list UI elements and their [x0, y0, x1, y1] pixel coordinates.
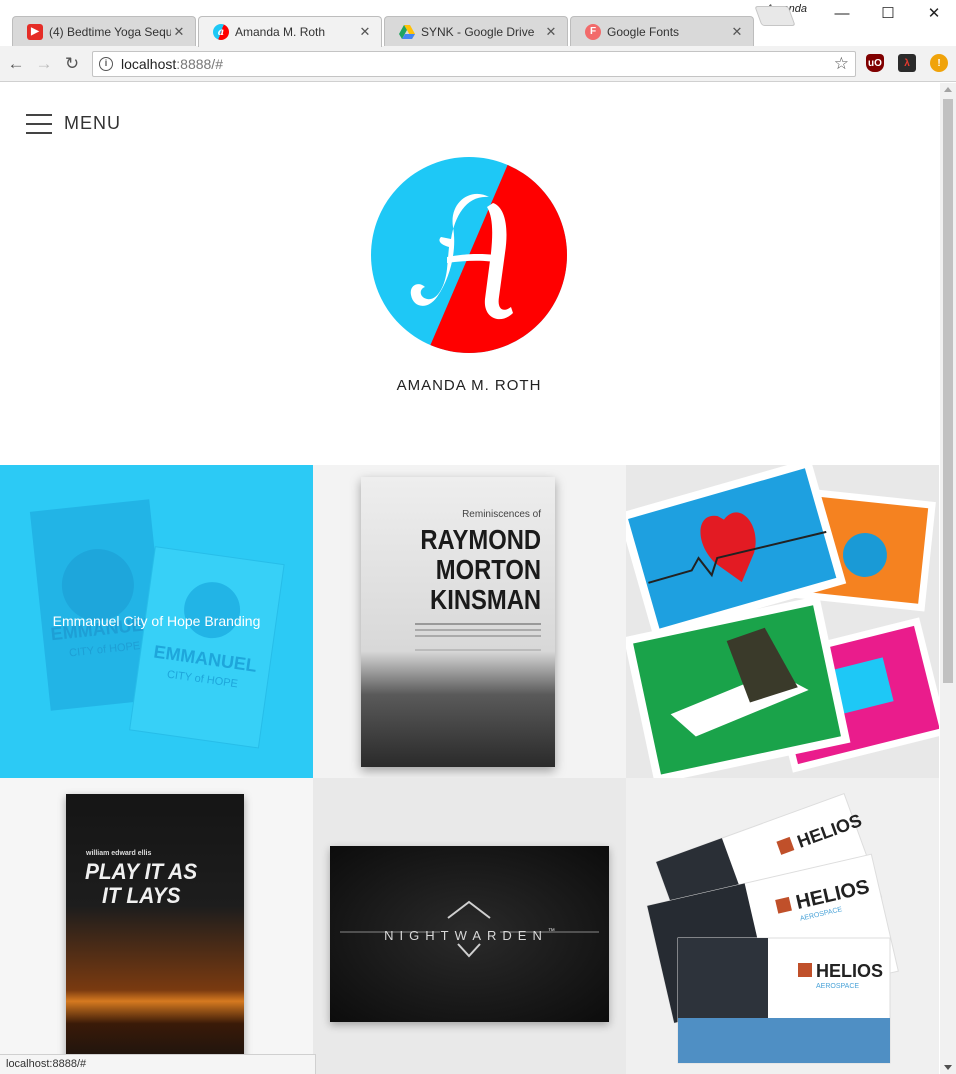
tab-amanda-roth[interactable]: a Amanda M. Roth ✕: [198, 16, 382, 47]
tab-google-fonts[interactable]: F Google Fonts ✕: [570, 16, 754, 46]
site-info-icon[interactable]: i: [99, 57, 113, 71]
book-title-line: KINSMAN: [429, 584, 541, 615]
address-bar[interactable]: i localhost:8888/# ☆: [92, 51, 856, 77]
portfolio-caption: Emmanuel City of Hope Branding: [52, 613, 261, 629]
address-path: :8888/#: [176, 56, 223, 72]
google-fonts-icon: F: [585, 23, 601, 40]
back-arrow-icon[interactable]: ←: [5, 53, 27, 75]
book-kicker: Reminiscences of: [462, 509, 541, 520]
hamburger-icon: [26, 113, 52, 134]
tab-title: SYNK - Google Drive: [421, 24, 535, 39]
tab-strip: ▶ (4) Bedtime Yoga Seque ✕ a Amanda M. R…: [0, 16, 800, 47]
trademark-symbol: ™: [547, 928, 555, 935]
portfolio-item-play-it-as-it-lays[interactable]: william edward ellis PLAY IT AS IT LAYS: [0, 778, 313, 1074]
close-tab-icon[interactable]: ✕: [729, 24, 745, 40]
tab-youtube[interactable]: ▶ (4) Bedtime Yoga Seque ✕: [12, 16, 196, 46]
menu-button[interactable]: MENU: [26, 113, 121, 134]
address-host: localhost: [121, 56, 177, 72]
portfolio-item-helios[interactable]: HELIOS HELIOS AEROSPACE HELIOS AEROSPACE: [626, 778, 939, 1074]
minimize-button[interactable]: —: [820, 0, 864, 26]
acrobat-icon[interactable]: λ: [898, 54, 916, 72]
menu-label: MENU: [64, 113, 121, 133]
close-window-button[interactable]: ✕: [912, 0, 956, 26]
scrollbar-thumb[interactable]: [943, 99, 953, 683]
vertical-scrollbar[interactable]: [940, 83, 956, 1074]
portfolio-item-illustrations[interactable]: [626, 465, 939, 778]
close-tab-icon[interactable]: ✕: [543, 24, 559, 40]
book-author: william edward ellis: [86, 850, 152, 857]
tab-google-drive[interactable]: SYNK - Google Drive ✕: [384, 16, 568, 46]
tab-title: Google Fonts: [607, 24, 680, 39]
browser-titlebar: Amanda — ☐ ✕ ▶ (4) Bedtime Yoga Seque ✕ …: [0, 0, 956, 47]
scroll-up-arrow-icon[interactable]: [944, 87, 952, 92]
page-viewport: MENU AMANDA M. ROTH EMMANUEL CITY of HOP…: [0, 83, 940, 1074]
bookmark-star-icon[interactable]: ☆: [834, 54, 849, 74]
site-name: AMANDA M. ROTH: [396, 377, 542, 394]
warning-icon[interactable]: !: [930, 54, 948, 72]
site-logo[interactable]: [371, 157, 567, 353]
book-cover: Reminiscences of RAYMOND MORTON KINSMAN: [361, 477, 555, 767]
helios-wordmark: HELIOS: [816, 961, 883, 981]
book-title-line: MORTON: [435, 554, 541, 585]
browser-toolbar: ← → ↻ i localhost:8888/# ☆ uO λ !: [0, 46, 956, 82]
book-title-line: RAYMOND: [420, 524, 541, 555]
reload-icon[interactable]: ↻: [61, 53, 83, 75]
helios-subtitle: AEROSPACE: [816, 983, 859, 990]
google-drive-icon: [399, 24, 415, 40]
book-title-line: PLAY IT AS: [84, 859, 198, 884]
illustration-postcards-image: [626, 465, 939, 778]
tab-title: (4) Bedtime Yoga Seque: [49, 24, 171, 39]
book-title-line: IT LAYS: [102, 883, 181, 908]
youtube-icon: ▶: [27, 23, 43, 40]
forward-arrow-icon[interactable]: →: [33, 53, 55, 75]
portfolio-item-nightwarden[interactable]: NIGHTWARDEN™: [313, 778, 626, 1074]
ublock-icon[interactable]: uO: [866, 54, 884, 72]
maximize-button[interactable]: ☐: [866, 0, 910, 26]
status-url-bar: localhost:8888/#: [0, 1054, 316, 1074]
nightwarden-wordmark: NIGHTWARDEN: [384, 928, 548, 943]
helios-cards-image: HELIOS HELIOSAEROSPACE HELIOSAEROSPACE: [646, 793, 899, 1064]
new-tab-button[interactable]: [754, 6, 796, 26]
close-tab-icon[interactable]: ✕: [171, 24, 187, 40]
site-logo-icon: a: [213, 24, 229, 40]
scroll-down-arrow-icon[interactable]: [944, 1065, 952, 1070]
tab-title: Amanda M. Roth: [235, 25, 326, 39]
portfolio-item-emmanuel[interactable]: EMMANUEL CITY of HOPE EMMANUEL CITY of H…: [0, 465, 313, 778]
portfolio-item-kinsman-book[interactable]: Reminiscences of RAYMOND MORTON KINSMAN: [313, 465, 626, 778]
book-cover: william edward ellis PLAY IT AS IT LAYS: [66, 794, 244, 1074]
business-card: NIGHTWARDEN™: [330, 846, 609, 1022]
close-tab-icon[interactable]: ✕: [357, 24, 373, 40]
